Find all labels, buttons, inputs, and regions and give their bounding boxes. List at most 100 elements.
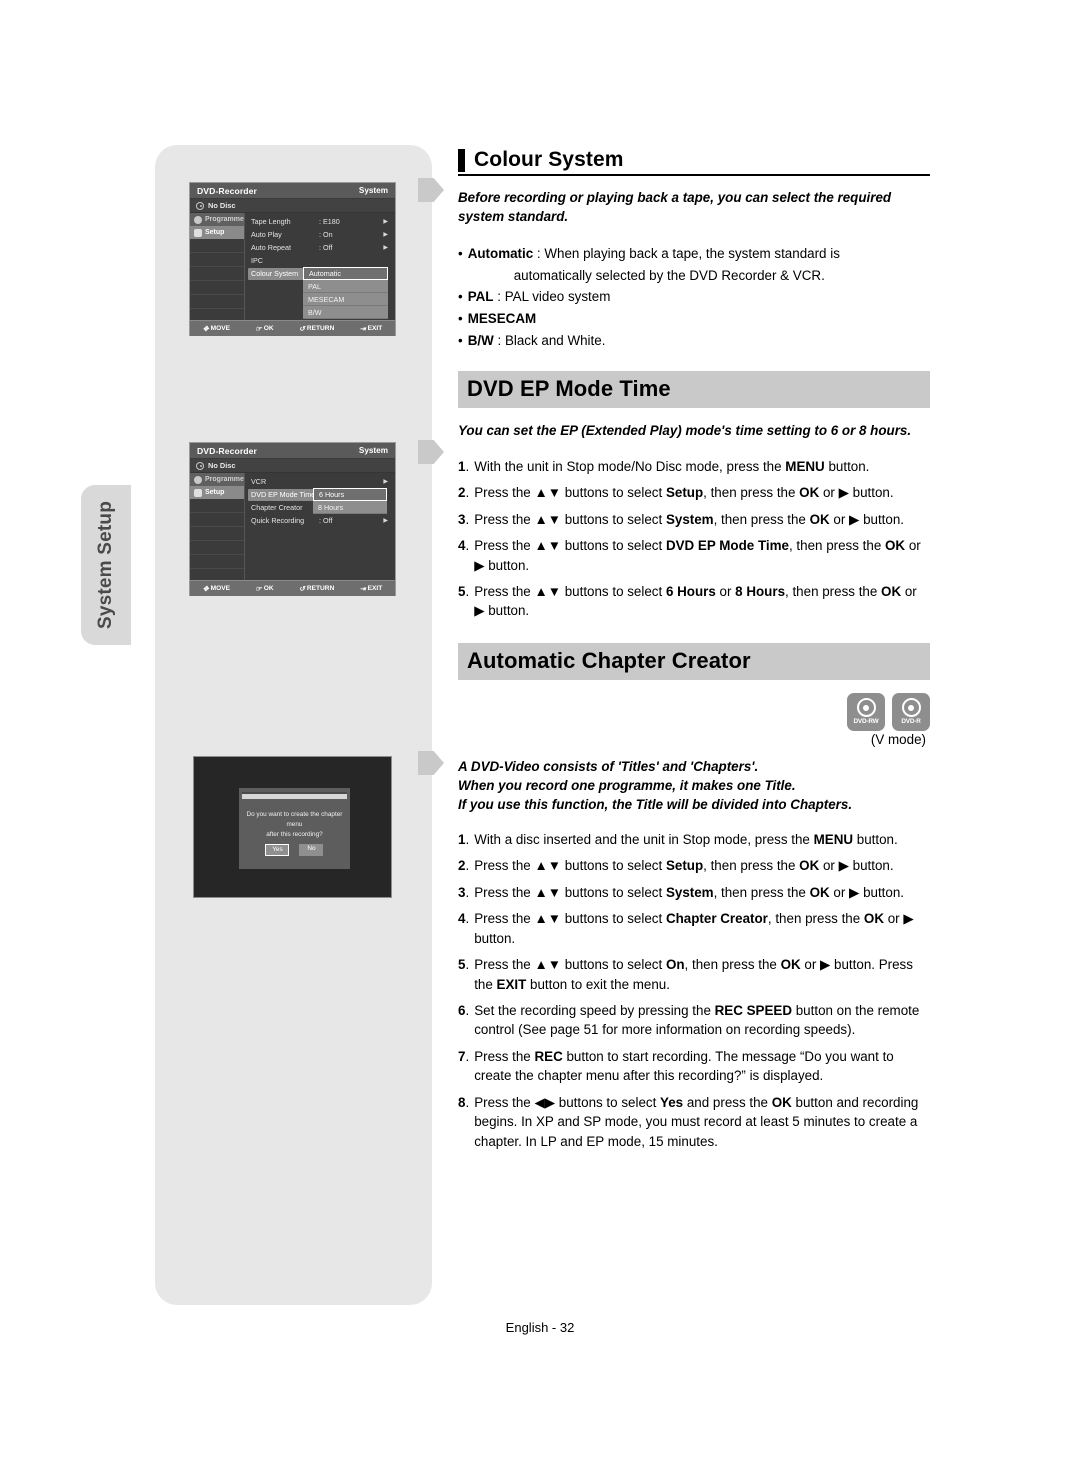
osd-nav-programme[interactable]: Programme [190,213,244,226]
intro-line-2: When you record one programme, it makes … [458,777,796,793]
bullet-desc: When playing back a tape, the system sta… [544,245,840,261]
osd-dropdown-option[interactable]: 8 Hours [313,501,387,514]
osd-nav-label: Programme [205,476,244,483]
osd-screenshot-colour-system: DVD-Recorder System No Disc Programme Se… [189,182,396,336]
osd-footer-ok: ☞ OK [255,325,274,333]
heading-dvd-ep-mode-time: DVD EP Mode Time [458,371,930,409]
disc-icon [196,201,204,210]
programme-icon [194,215,202,224]
step-number: 6. [458,1003,470,1019]
osd-nav-spacer [190,267,244,281]
step-number: 8. [458,1094,470,1110]
osd-row-label: DVD EP Mode Time [248,488,322,501]
osd-menu-row[interactable]: Auto Play : On ▶ [245,228,395,241]
osd-footer-ok: ☞ OK [255,585,274,593]
list-item: 3. Press the ▲▼ buttons to select System,… [458,883,930,902]
osd-brand: DVD-Recorder [197,445,257,456]
dialog-no-button[interactable]: No [299,843,324,856]
step-text: Press the ▲▼ buttons to select Chapter C… [474,911,914,946]
chevron-right-icon: ▶ [383,479,388,485]
list-item: • B/W : Black and White. [458,330,930,352]
osd-nav-spacer [190,281,244,295]
intro-colour-system: Before recording or playing back a tape,… [458,190,892,225]
list-item: • Automatic : When playing back a tape, … [458,243,930,286]
osd-dropdown-option[interactable]: MESECAM [303,293,388,306]
osd-nav-setup[interactable]: Setup [190,226,244,239]
step-number: 1. [458,458,470,474]
confirm-dialog: Do you want to create the chapter menu a… [239,787,350,869]
step-text: With the unit in Stop mode/No Disc mode,… [474,458,870,474]
list-item: • PAL : PAL video system [458,286,930,308]
exit-icon: ⇥ [359,585,366,593]
return-icon: ↺ [298,585,305,593]
bullet-term: Automatic [467,245,534,261]
bullet-icon: • [458,289,463,305]
osd-nav-label: Setup [205,229,225,236]
list-item: 1. With the unit in Stop mode/No Disc mod… [458,457,930,476]
osd-footer-bar: ✥ MOVE ☞ OK ↺ RETURN ⇥ EXIT [190,580,395,596]
osd-footer-exit: ⇥ EXIT [359,325,383,333]
list-item: 2. Press the ▲▼ buttons to select Setup, … [458,483,930,502]
osd-dropdown-colour-system[interactable]: Automatic PAL MESECAM B/W [303,267,388,319]
osd-dropdown-option[interactable]: 6 Hours [313,488,387,501]
osd-menu-row[interactable]: Tape Length : E180 ▶ [245,215,395,228]
list-item: 1. With a disc inserted and the unit in S… [458,830,930,849]
osd-row-label: Tape Length [251,217,291,226]
osd-dropdown-ep-mode-time[interactable]: 6 Hours 8 Hours [313,488,387,514]
osd-nav-label: Programme [205,216,244,223]
osd-menu-row[interactable]: Auto Repeat : Off ▶ [245,241,395,254]
osd-screenshot-chapter-dialog: Do you want to create the chapter menu a… [189,752,396,902]
step-text: Press the ▲▼ buttons to select DVD EP Mo… [474,538,921,573]
section-dvd-ep-mode-time: DVD EP Mode Time You can set the EP (Ext… [458,371,930,621]
osd-menu-row[interactable]: Quick Recording : Off ▶ [245,514,395,527]
osd-menu-column: VCR ▶ DVD EP Mode Time Chapter Creator Q… [245,473,395,580]
dpad-icon: ✥ [202,325,209,333]
osd-dropdown-option[interactable]: B/W [303,306,388,319]
step-text: Press the ▲▼ buttons to select Setup, th… [474,858,894,874]
dpad-icon: ✥ [202,585,209,593]
page-number: English - 32 [505,1320,575,1335]
chevron-right-icon: ▶ [383,232,388,238]
section-title: DVD EP Mode Time [467,376,671,402]
osd-footer-return: ↺ RETURN [298,325,335,333]
step-list-dvd-ep-mode-time: 1. With the unit in Stop mode/No Disc mod… [458,457,930,621]
list-item: 6. Set the recording speed by pressing th… [458,1001,930,1040]
osd-menu-row[interactable]: IPC [245,254,395,267]
osd-nav-spacer [190,527,244,541]
step-text: Press the ▲▼ buttons to select System, t… [474,511,905,527]
osd-titlebar: DVD-Recorder System [190,183,395,199]
page-footer: English - 32 [0,1320,1080,1335]
list-item: 2. Press the ▲▼ buttons to select Setup, … [458,856,930,875]
osd-menu-row[interactable]: VCR ▶ [245,475,395,488]
dialog-yes-button[interactable]: Yes [265,843,290,856]
osd-footer-exit: ⇥ EXIT [359,585,383,593]
list-item: 4. Press the ▲▼ buttons to select DVD EP … [458,536,930,575]
dialog-message: Do you want to create the chapter menu a… [239,810,349,840]
step-number: 1. [458,831,470,847]
step-number: 7. [458,1048,470,1064]
osd-row-label: Chapter Creator [251,503,303,512]
list-item: 3. Press the ▲▼ buttons to select System,… [458,510,930,529]
step-number: 4. [458,538,470,554]
osd-nav-setup[interactable]: Setup [190,486,244,499]
osd-dropdown-option[interactable]: PAL [303,280,388,293]
osd-status-text: No Disc [208,201,236,210]
bullet-icon: • [458,310,463,326]
section-title: Automatic Chapter Creator [467,647,751,673]
osd-row-label: Quick Recording [251,516,305,525]
osd-dropdown-option[interactable]: Automatic [303,267,388,280]
dialog-buttons: Yes No [239,843,349,856]
osd-nav-spacer [190,555,244,569]
osd-row-label: Auto Repeat [251,243,291,252]
step-text: Press the ▲▼ buttons to select System, t… [474,884,905,900]
section-tab-label: System Setup [95,500,116,630]
arrow-marker-icon [418,748,444,778]
step-text: Press the ▲▼ buttons to select On, then … [474,957,913,992]
osd-row-value: : Off [319,243,333,252]
intro-line-1: A DVD-Video consists of 'Titles' and 'Ch… [458,758,759,774]
step-number: 3. [458,511,470,527]
list-item: 8. Press the ◀▶ buttons to select Yes and… [458,1093,930,1151]
osd-nav-programme[interactable]: Programme [190,473,244,486]
bullet-list-colour-system: • Automatic : When playing back a tape, … [458,243,930,352]
osd-brand: DVD-Recorder [197,185,257,196]
